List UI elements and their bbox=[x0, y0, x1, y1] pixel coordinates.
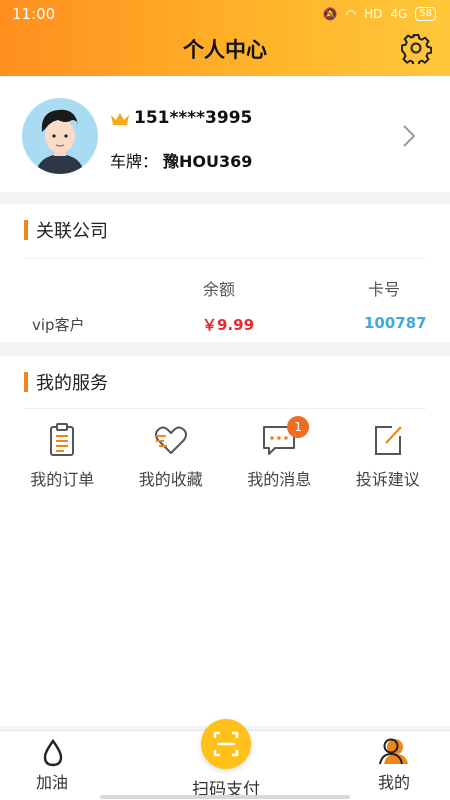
gear-icon[interactable] bbox=[400, 32, 432, 64]
customer-type: vip客户 bbox=[32, 316, 85, 334]
heart-icon bbox=[154, 426, 187, 454]
service-orders[interactable]: 我的订单 bbox=[12, 422, 112, 490]
divider bbox=[24, 258, 426, 259]
user-phone: 151****3995 bbox=[134, 108, 253, 128]
scan-pay-button[interactable] bbox=[201, 719, 251, 769]
profile-card[interactable]: 151****3995 车牌： 豫HOU369 bbox=[0, 76, 450, 192]
wifi-icon: ◠ bbox=[345, 7, 357, 21]
service-feedback[interactable]: 投诉建议 bbox=[338, 422, 438, 490]
divider bbox=[24, 408, 426, 409]
crown-icon bbox=[111, 113, 129, 125]
fuel-drop-icon bbox=[43, 739, 63, 767]
section-accent-bar bbox=[24, 372, 28, 392]
card-column-header: 卡号 bbox=[368, 280, 401, 299]
home-indicator bbox=[100, 795, 350, 799]
company-section: 关联公司 余额 卡号 vip客户 ￥9.99 100787 bbox=[0, 204, 450, 342]
chevron-right-icon[interactable] bbox=[402, 124, 416, 148]
service-label: 我的消息 bbox=[247, 470, 312, 489]
tab-refuel[interactable]: 加油 bbox=[2, 731, 102, 800]
unread-badge: 1 bbox=[287, 416, 310, 438]
services-title-text: 我的服务 bbox=[36, 373, 108, 394]
company-section-title: 关联公司 bbox=[24, 218, 108, 242]
tab-mine[interactable]: 我的 bbox=[344, 731, 444, 800]
service-label: 我的收藏 bbox=[138, 470, 203, 489]
header: 11:00 🔕 ◠ HD 4G 58 个人中心 bbox=[0, 0, 450, 76]
company-title-text: 关联公司 bbox=[36, 221, 108, 242]
tab-label: 我的 bbox=[377, 773, 410, 792]
scan-icon bbox=[213, 731, 239, 757]
battery-icon: 58 bbox=[415, 7, 436, 21]
tab-label: 加油 bbox=[35, 773, 68, 792]
status-time: 11:00 bbox=[12, 5, 56, 23]
avatar-illustration bbox=[36, 109, 84, 174]
balance-column-header: 余额 bbox=[203, 280, 236, 299]
section-accent-bar bbox=[24, 220, 28, 240]
clipboard-icon bbox=[50, 423, 75, 456]
mute-icon: 🔕 bbox=[322, 7, 338, 21]
services-grid: 我的订单 我的收藏 1 我的消息 投诉建议 bbox=[0, 416, 450, 490]
edit-icon bbox=[374, 426, 402, 455]
service-label: 投诉建议 bbox=[355, 470, 420, 489]
bottom-tab-bar: 加油 扫码支付 我的 bbox=[0, 719, 450, 800]
services-section-title: 我的服务 bbox=[24, 370, 108, 394]
service-messages[interactable]: 1 我的消息 bbox=[229, 416, 329, 490]
service-label: 我的订单 bbox=[30, 470, 95, 489]
card-number[interactable]: 100787 bbox=[364, 314, 427, 332]
plate-value: 豫HOU369 bbox=[163, 152, 253, 171]
signal-icon: 4G bbox=[390, 7, 408, 21]
services-section: 我的服务 我的订单 我的收藏 1 我的消息 投诉建议 bbox=[0, 356, 450, 726]
service-favorites[interactable]: 我的收藏 bbox=[121, 422, 221, 490]
avatar[interactable] bbox=[22, 98, 98, 174]
user-icon bbox=[379, 738, 408, 765]
status-icons: 🔕 ◠ HD 4G 58 bbox=[323, 7, 436, 21]
status-bar: 11:00 🔕 ◠ HD 4G 58 bbox=[0, 0, 450, 28]
balance-value: ￥9.99 bbox=[202, 316, 255, 334]
plate-label: 车牌： bbox=[110, 152, 159, 171]
page-title: 个人中心 bbox=[183, 38, 267, 62]
network-type: HD bbox=[364, 7, 383, 21]
